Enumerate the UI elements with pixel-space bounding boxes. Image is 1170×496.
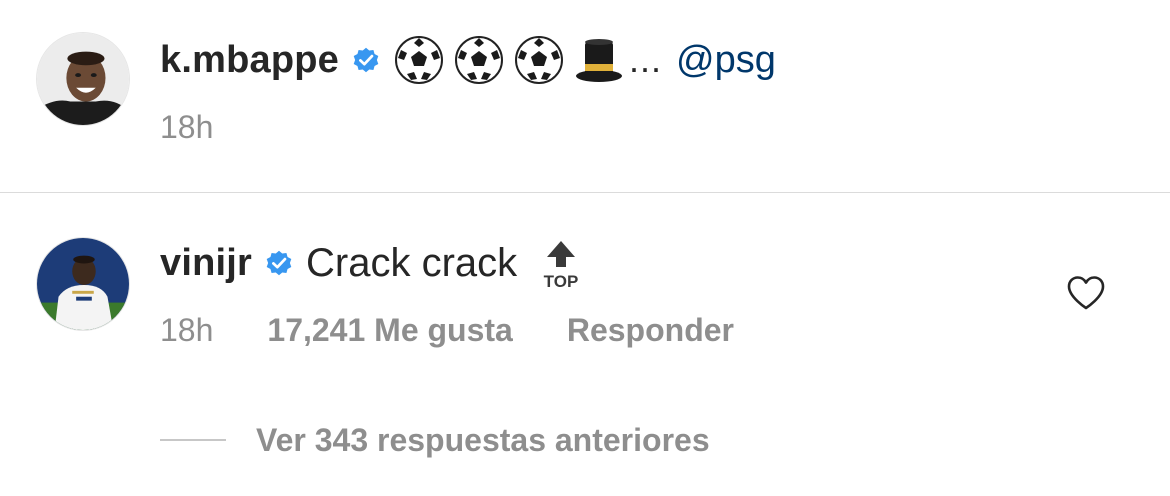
soccer-ball-icon bbox=[393, 34, 445, 86]
comment-username[interactable]: vinijr bbox=[160, 242, 252, 285]
avatar-vinijr-image bbox=[37, 238, 129, 330]
caption-author-avatar[interactable] bbox=[36, 32, 130, 126]
comment-likes-count[interactable]: 17,241 Me gusta bbox=[267, 312, 512, 349]
top-hat-icon bbox=[573, 34, 625, 86]
caption-emojis bbox=[393, 34, 625, 86]
reply-button[interactable]: Responder bbox=[567, 312, 734, 349]
caption-username[interactable]: k.mbappe bbox=[160, 39, 339, 82]
caption-line: k.mbappe ... @psg bbox=[160, 32, 776, 88]
caption-timestamp: 18h bbox=[160, 108, 214, 145]
soccer-ball-icon bbox=[453, 34, 505, 86]
top-arrow-label: TOP bbox=[544, 272, 579, 291]
verified-badge-icon bbox=[264, 248, 294, 278]
comment-meta: 18h 17,241 Me gusta Responder bbox=[160, 308, 734, 352]
verified-badge-icon bbox=[351, 45, 381, 75]
view-replies-label[interactable]: Ver 343 respuestas anteriores bbox=[256, 422, 710, 459]
caption-divider bbox=[0, 192, 1170, 193]
top-arrow-icon: TOP bbox=[541, 239, 581, 291]
avatar-kmbappe-image bbox=[37, 33, 129, 125]
replies-dash bbox=[160, 439, 226, 441]
soccer-ball-icon bbox=[513, 34, 565, 86]
caption-mention-link[interactable]: @psg bbox=[676, 39, 776, 82]
comment-timestamp: 18h bbox=[160, 311, 214, 348]
caption-meta: 18h bbox=[160, 105, 267, 149]
comment-author-avatar[interactable] bbox=[36, 237, 130, 331]
post-caption: k.mbappe ... @psg 18h bbox=[0, 0, 1170, 192]
heart-outline-icon[interactable] bbox=[1066, 275, 1106, 311]
caption-ellipsis[interactable]: ... bbox=[629, 39, 662, 81]
comment-text: Crack crack bbox=[306, 240, 518, 285]
view-replies-button[interactable]: Ver 343 respuestas anteriores bbox=[160, 418, 710, 462]
comment-line: vinijr Crack crack TOP bbox=[160, 235, 581, 292]
